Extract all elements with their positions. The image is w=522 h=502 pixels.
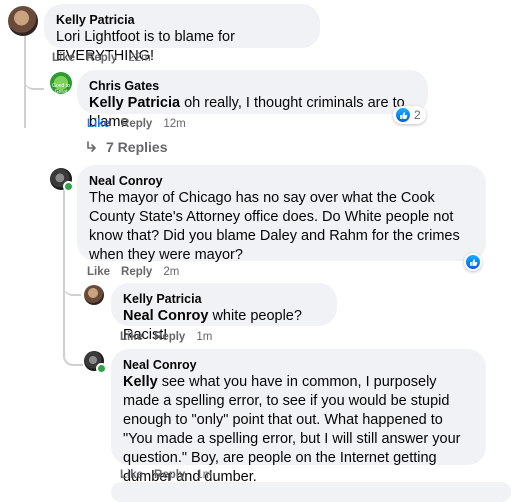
reaction-summary[interactable]: 2	[393, 106, 426, 124]
thread-connector	[24, 70, 44, 90]
view-replies-link[interactable]: 7 Replies	[86, 139, 167, 155]
comment-bubble: Kelly Patricia Neal Conroy white people?…	[111, 283, 337, 343]
comment-actions: Like Reply 22m	[52, 51, 151, 65]
avatar-logo-text: Good to Great	[52, 83, 70, 94]
thread-line	[63, 190, 65, 350]
avatar[interactable]	[84, 285, 104, 305]
comment-actions: Like Reply 12m	[87, 117, 186, 131]
comment-author[interactable]: Kelly Patricia	[56, 12, 308, 28]
thread-connector	[63, 280, 81, 296]
avatar[interactable]: Good to Great	[50, 72, 72, 94]
comment-author[interactable]: Chris Gates	[89, 78, 416, 94]
comment-bubble-partial	[111, 482, 511, 502]
online-indicator	[63, 181, 74, 192]
comment-text: The mayor of Chicago has no say over wha…	[89, 190, 460, 263]
comment-time[interactable]: 12m	[163, 118, 185, 130]
comment-author[interactable]: Neal Conroy	[89, 173, 474, 189]
comment-bubble: Chris Gates Kelly Patricia oh really, I …	[77, 70, 428, 130]
replies-count: 7 Replies	[106, 139, 168, 155]
comment-time[interactable]: 1m	[196, 469, 212, 481]
like-button[interactable]: Like	[87, 266, 110, 278]
like-button[interactable]: Like	[87, 118, 110, 130]
like-button[interactable]: Like	[52, 52, 75, 64]
reaction-summary[interactable]	[464, 253, 482, 271]
comment-author[interactable]: Neal Conroy	[123, 357, 474, 373]
like-button[interactable]: Like	[120, 331, 143, 343]
reply-button[interactable]: Reply	[154, 331, 185, 343]
like-reaction-icon	[396, 108, 410, 122]
comment-actions: Like Reply 2m	[87, 265, 179, 279]
comment-time[interactable]: 1m	[196, 331, 212, 343]
comment-author[interactable]: Kelly Patricia	[123, 291, 325, 307]
like-button[interactable]: Like	[120, 469, 143, 481]
mention[interactable]: Kelly	[123, 374, 158, 390]
comment-bubble: Neal Conroy Kelly see what you have in c…	[111, 349, 486, 485]
reaction-count: 2	[414, 108, 421, 122]
comment-actions: Like Reply 1m	[120, 330, 212, 344]
comment-time[interactable]: 2m	[163, 266, 179, 278]
online-indicator	[96, 363, 107, 374]
reply-button[interactable]: Reply	[121, 118, 152, 130]
avatar[interactable]	[8, 6, 38, 36]
reply-button[interactable]: Reply	[86, 52, 117, 64]
reply-arrow-icon	[87, 141, 96, 152]
comment-bubble: Neal Conroy The mayor of Chicago has no …	[77, 165, 486, 263]
comment-time[interactable]: 22m	[128, 52, 150, 64]
mention[interactable]: Neal Conroy	[123, 308, 208, 324]
like-reaction-icon	[466, 255, 480, 269]
comment-actions: Like Reply 1m	[120, 468, 212, 482]
thread-connector	[63, 350, 83, 366]
mention[interactable]: Kelly Patricia	[89, 95, 180, 111]
comment-bubble: Kelly Patricia Lori Lightfoot is to blam…	[44, 4, 320, 64]
reply-button[interactable]: Reply	[154, 469, 185, 481]
reply-button[interactable]: Reply	[121, 266, 152, 278]
